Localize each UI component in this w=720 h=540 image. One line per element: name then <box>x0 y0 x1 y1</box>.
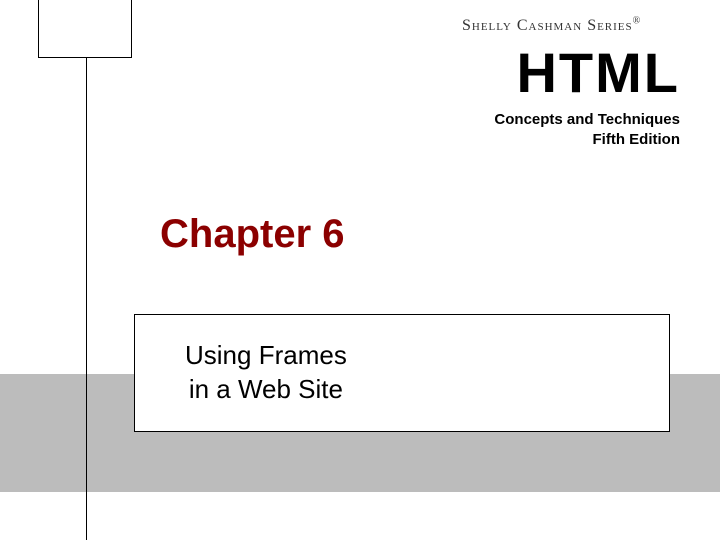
book-subtitle-line1: Concepts and Techniques <box>494 110 680 130</box>
book-title-block: HTML <box>516 40 680 105</box>
chapter-number-label: Chapter 6 <box>160 212 345 257</box>
series-publisher-text: Shelly Cashman Series <box>462 17 633 34</box>
chapter-topic-box: Using Frames in a Web Site <box>134 314 670 432</box>
chapter-topic: Using Frames in a Web Site <box>185 339 347 407</box>
series-publisher: Shelly Cashman Series® <box>462 17 641 34</box>
registered-mark: ® <box>633 16 642 27</box>
book-title: HTML <box>516 40 680 105</box>
top-decorative-box <box>38 0 132 58</box>
chapter-topic-line1: Using Frames <box>185 340 347 370</box>
vertical-rule <box>86 58 87 540</box>
book-subtitle-line2: Fifth Edition <box>494 130 680 150</box>
chapter-topic-line2: in a Web Site <box>189 374 343 404</box>
book-subtitle-block: Concepts and Techniques Fifth Edition <box>494 110 680 149</box>
series-label: Shelly Cashman Series® <box>462 16 641 35</box>
